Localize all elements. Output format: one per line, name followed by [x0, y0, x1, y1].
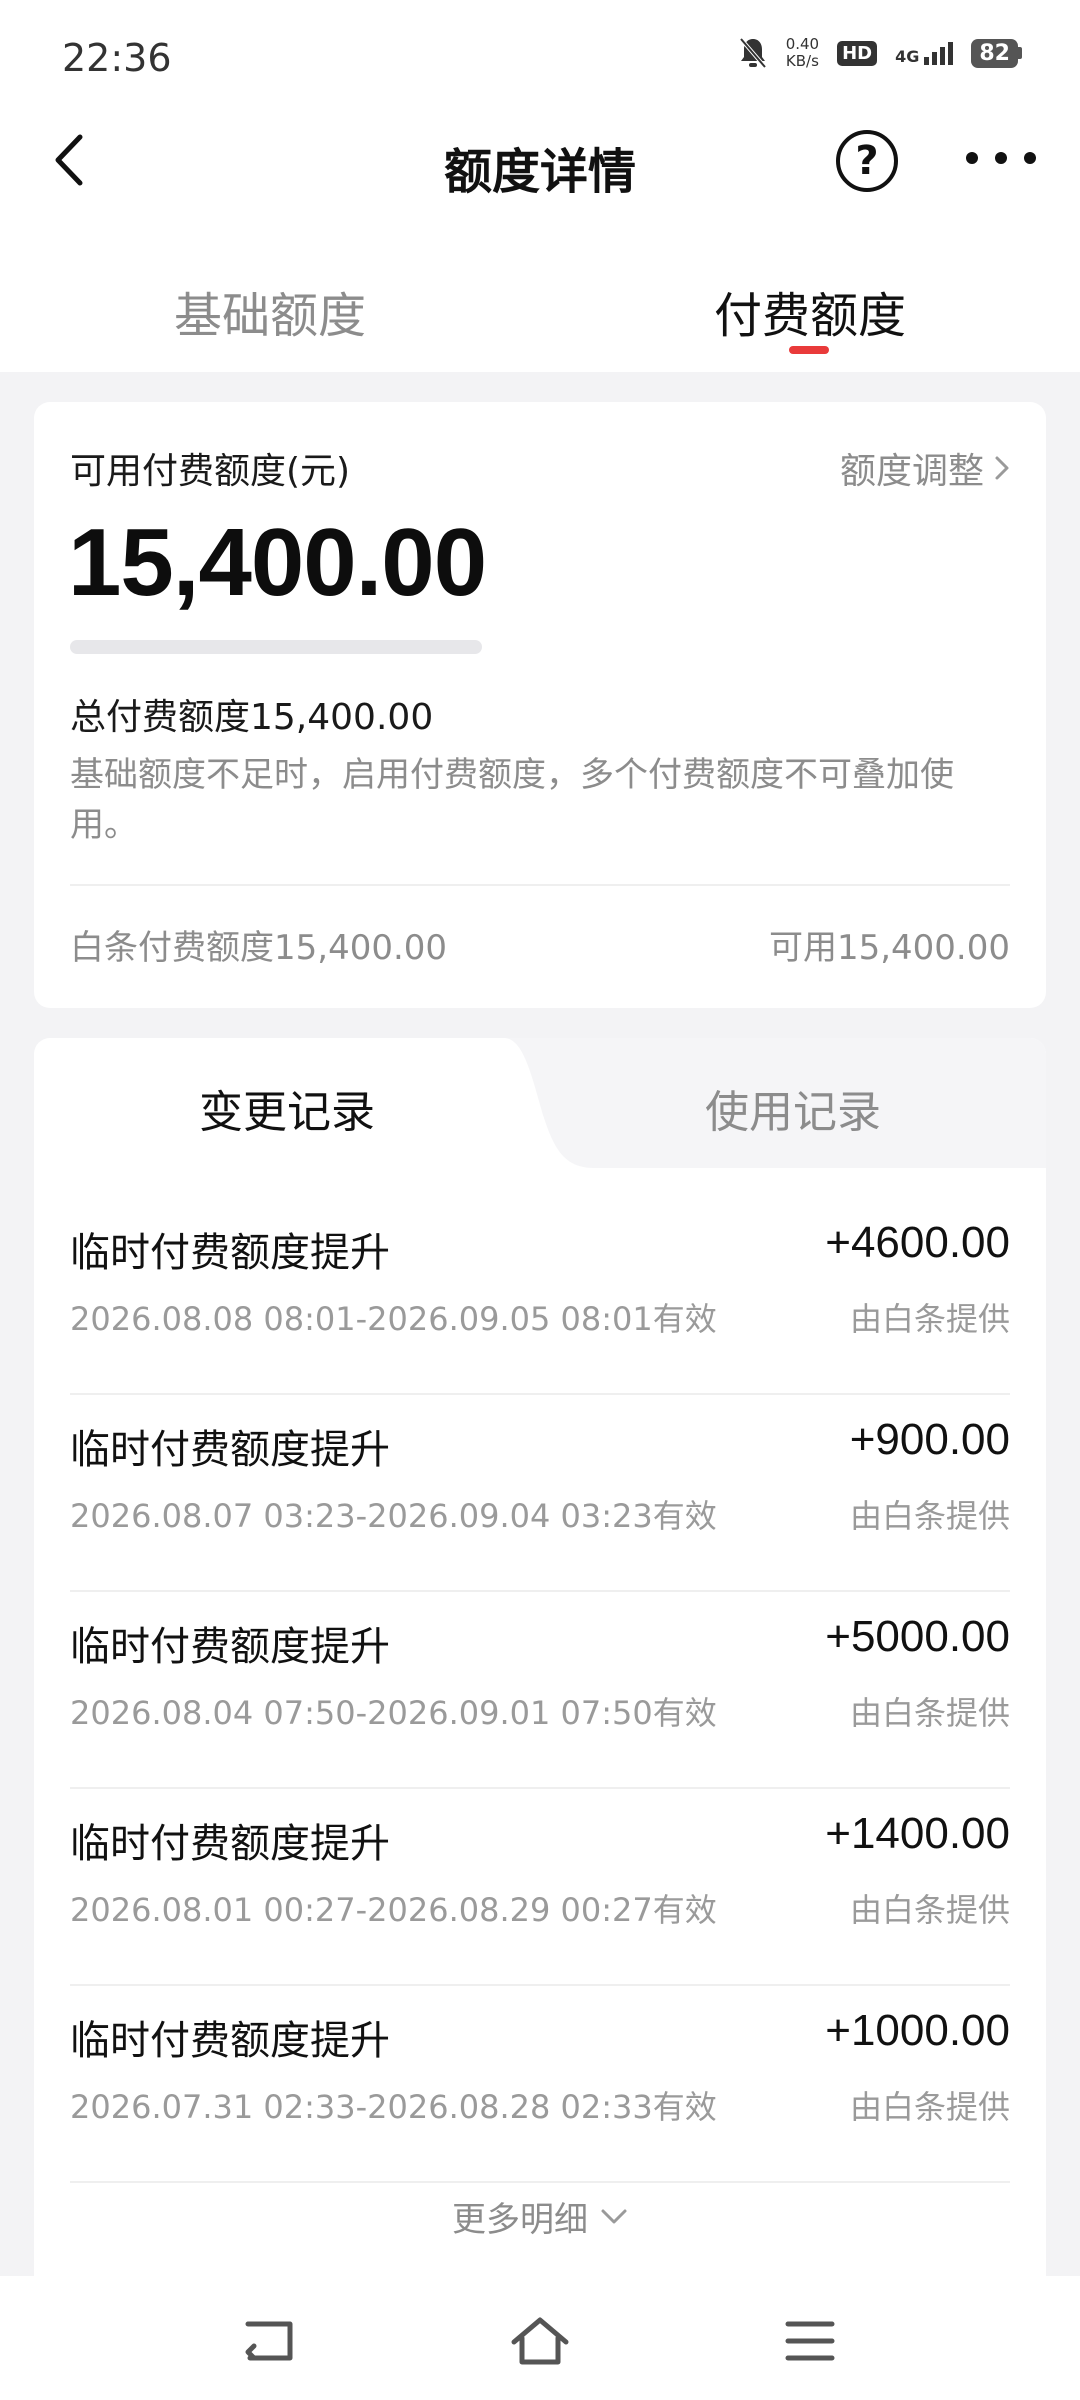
record-amount: +4600.00 — [825, 1218, 1010, 1267]
record-amount: +1000.00 — [825, 2006, 1010, 2055]
more-details-button[interactable]: 更多明细 — [34, 2192, 1046, 2241]
list-item[interactable]: 临时付费额度提升 2026.07.31 02:33-2026.08.28 02:… — [70, 1986, 1010, 2183]
quota-adjust-label: 额度调整 — [839, 451, 984, 492]
available-quota-amount: 15,400.00 — [68, 509, 487, 616]
record-amount: +5000.00 — [825, 1612, 1010, 1661]
help-icon[interactable]: ? — [836, 130, 898, 192]
system-menu-icon[interactable] — [780, 2316, 840, 2366]
network-speed: 0.40 KB/s — [786, 36, 819, 70]
tab-basic-quota[interactable]: 基础额度 — [0, 276, 540, 346]
record-period: 2026.08.04 07:50-2026.09.01 07:50有效 — [70, 1694, 717, 1732]
paid-quota-card: 可用付费额度(元) 额度调整 15,400.00 总付费额度15,400.00 … — [34, 402, 1046, 1008]
network-speed-value: 0.40 — [785, 35, 820, 53]
system-home-icon[interactable] — [510, 2316, 570, 2366]
quota-usage-bar — [70, 640, 482, 654]
battery-icon: 82 — [971, 38, 1022, 68]
record-source: 由白条提供 — [849, 1694, 1010, 1732]
total-paid-quota: 总付费额度15,400.00 — [70, 697, 434, 738]
list-item[interactable]: 临时付费额度提升 2026.08.07 03:23-2026.09.04 03:… — [70, 1395, 1010, 1592]
available-quota-label: 可用付费额度(元) — [70, 451, 351, 492]
change-records-list: 临时付费额度提升 2026.08.08 08:01-2026.09.05 08:… — [70, 1198, 1010, 2183]
page-title: 额度详情 — [443, 144, 636, 200]
record-source: 由白条提供 — [849, 2088, 1010, 2126]
records-panel: 变更记录 使用记录 临时付费额度提升 2026.08.08 08:01-2026… — [34, 1038, 1046, 2278]
more-icon[interactable] — [966, 138, 1036, 178]
list-item[interactable]: 临时付费额度提升 2026.08.04 07:50-2026.09.01 07:… — [70, 1592, 1010, 1789]
record-period: 2026.08.01 00:27-2026.08.29 00:27有效 — [70, 1891, 717, 1929]
record-amount: +900.00 — [849, 1415, 1010, 1464]
quota-type-tabs: 基础额度 付费额度 — [0, 240, 1080, 372]
network-speed-unit: KB/s — [785, 52, 819, 70]
list-item[interactable]: 临时付费额度提升 2026.08.08 08:01-2026.09.05 08:… — [70, 1198, 1010, 1395]
system-nav-bar — [0, 2276, 1080, 2400]
divider — [70, 884, 1010, 886]
status-bar: 22:36 0.40 KB/s HD 4G 82 — [0, 0, 1080, 120]
hd-icon: HD — [837, 40, 878, 66]
record-title: 临时付费额度提升 — [70, 2018, 390, 2064]
paid-quota-description: 基础额度不足时，启用付费额度，多个付费额度不可叠加使用。 — [70, 755, 954, 845]
status-icons: 0.40 KB/s HD 4G 82 — [738, 36, 1022, 70]
active-tab-indicator — [789, 346, 829, 354]
signal-icon: 4G — [895, 41, 954, 66]
more-details-label: 更多明细 — [452, 2200, 588, 2240]
record-source: 由白条提供 — [849, 1891, 1010, 1929]
list-item[interactable]: 临时付费额度提升 2026.08.01 00:27-2026.08.29 00:… — [70, 1789, 1010, 1986]
status-time: 22:36 — [62, 36, 172, 80]
record-source: 由白条提供 — [849, 1497, 1010, 1535]
record-source: 由白条提供 — [849, 1300, 1010, 1338]
record-period: 2026.08.07 03:23-2026.09.04 03:23有效 — [70, 1497, 717, 1535]
battery-level: 82 — [971, 38, 1018, 68]
chevron-down-icon — [601, 2209, 627, 2223]
baitiao-paid-quota: 白条付费额度15,400.00 — [70, 928, 448, 968]
mute-bell-icon — [739, 37, 767, 69]
system-back-icon[interactable] — [240, 2316, 300, 2366]
chevron-right-icon — [995, 456, 1009, 480]
quota-adjust-link[interactable]: 额度调整 — [840, 442, 1010, 494]
record-title: 临时付费额度提升 — [70, 1821, 390, 1867]
tab-paid-quota[interactable]: 付费额度 — [540, 276, 1080, 346]
record-title: 临时付费额度提升 — [70, 1230, 390, 1276]
tab-change-records[interactable]: 变更记录 — [34, 1076, 540, 1140]
record-period: 2026.08.08 08:01-2026.09.05 08:01有效 — [70, 1300, 717, 1338]
baitiao-available-quota: 可用15,400.00 — [768, 928, 1010, 968]
network-type: 4G — [895, 46, 920, 66]
records-tabs: 变更记录 使用记录 — [34, 1038, 1046, 1168]
record-amount: +1400.00 — [825, 1809, 1010, 1858]
record-title: 临时付费额度提升 — [70, 1624, 390, 1670]
record-period: 2026.07.31 02:33-2026.08.28 02:33有效 — [70, 2088, 717, 2126]
tab-usage-records[interactable]: 使用记录 — [540, 1076, 1046, 1140]
record-title: 临时付费额度提升 — [70, 1427, 390, 1473]
